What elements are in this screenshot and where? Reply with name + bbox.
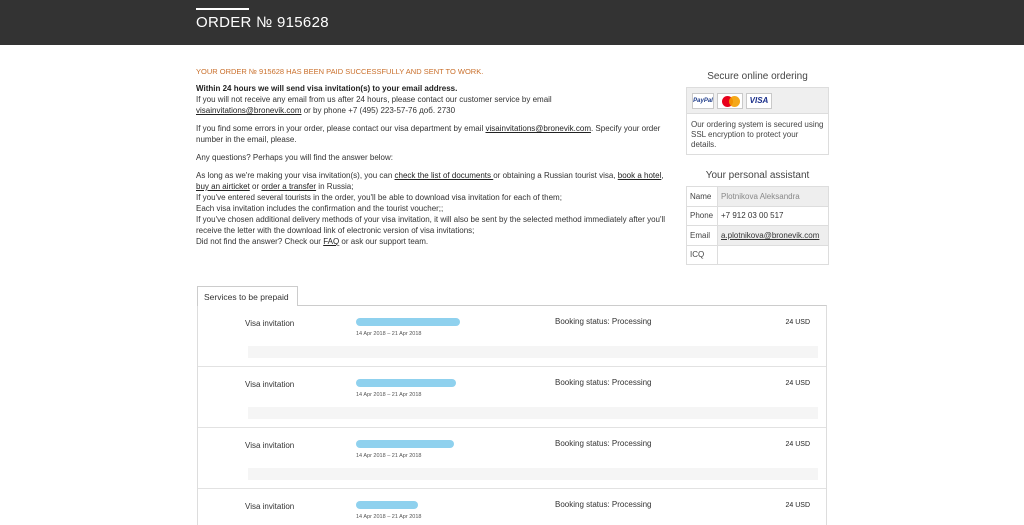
header-bar: ORDER № 915628 xyxy=(0,0,1024,45)
service-details-bar xyxy=(248,346,818,358)
tab-services-to-be-prepaid[interactable]: Services to be prepaid xyxy=(197,286,298,306)
service-price: 24 USD xyxy=(785,502,810,509)
faq-text: As long as we're making your visa invita… xyxy=(196,171,395,180)
secure-ordering-panel: Secure online ordering PayPal VISA Our o… xyxy=(686,71,829,155)
faq-text: If you've chosen additional delivery met… xyxy=(196,215,666,235)
mastercard-logo xyxy=(717,92,743,109)
field-label: Name xyxy=(686,186,718,207)
assistant-email-link[interactable]: a.plotnikova@bronevik.com xyxy=(721,231,819,240)
assistant-title: Your personal assistant xyxy=(705,170,810,181)
assistant-row-email: Email a.plotnikova@bronevik.com xyxy=(686,225,829,246)
paypal-logo: PayPal xyxy=(692,92,714,109)
errors-info: If you find some errors in your order, p… xyxy=(196,123,666,145)
faq-link[interactable]: FAQ xyxy=(323,237,339,246)
ssl-note: Our ordering system is secured using SSL… xyxy=(691,120,824,149)
faq-text: or xyxy=(249,182,262,191)
secure-title: Secure online ordering xyxy=(707,71,808,82)
success-message: YOUR ORDER № 915628 HAS BEEN PAID SUCCES… xyxy=(196,67,484,76)
payment-cards: PayPal VISA xyxy=(687,88,828,114)
service-row: Visa invitation 14 Apr 2018 – 21 Apr 201… xyxy=(198,428,826,489)
service-name: Visa invitation xyxy=(245,441,295,450)
booking-status: Booking status: Processing xyxy=(555,439,652,448)
field-label: Phone xyxy=(686,205,718,226)
faq-text: Did not find the answer? Check our xyxy=(196,237,324,246)
service-row: Visa invitation 14 Apr 2018 – 21 Apr 201… xyxy=(198,489,826,525)
service-name: Visa invitation xyxy=(245,380,295,389)
contact-text: If you will not receive any email from u… xyxy=(196,95,552,104)
contact-phone-text: or by phone +7 (495) 223-57-76 доб. 2730 xyxy=(301,106,456,115)
services-list: Visa invitation 14 Apr 2018 – 21 Apr 201… xyxy=(197,305,827,525)
faq-text: Each visa invitation includes the confir… xyxy=(196,204,444,213)
page-title: ORDER № 915628 xyxy=(196,14,329,31)
service-name: Visa invitation xyxy=(245,502,295,511)
assistant-row-phone: Phone +7 912 03 00 517 xyxy=(686,205,829,226)
service-dates: 14 Apr 2018 – 21 Apr 2018 xyxy=(356,331,422,337)
service-row: Visa invitation 14 Apr 2018 – 21 Apr 201… xyxy=(198,367,826,428)
service-details-bar xyxy=(248,407,818,419)
faq-text: or ask our support team. xyxy=(339,237,429,246)
booking-status: Booking status: Processing xyxy=(555,378,652,387)
visa-dept-email-link[interactable]: visainvitations@bronevik.com xyxy=(485,124,591,133)
delivery-headline: Within 24 hours we will send visa invita… xyxy=(196,84,458,93)
booking-status: Booking status: Processing xyxy=(555,317,652,326)
field-label: Email xyxy=(686,225,718,246)
header-rule xyxy=(196,8,249,10)
buy-airticket-link[interactable]: buy an airticket xyxy=(196,182,250,191)
support-email-link[interactable]: visainvitations@bronevik.com xyxy=(196,106,302,115)
order-transfer-link[interactable]: order a transfer xyxy=(261,182,316,191)
order-message: YOUR ORDER № 915628 HAS BEEN PAID SUCCES… xyxy=(196,66,666,254)
assistant-row-name: Name Plotnikova Aleksandra xyxy=(686,186,829,207)
service-dates: 14 Apr 2018 – 21 Apr 2018 xyxy=(356,453,422,459)
redacted-tourist-name xyxy=(356,440,454,448)
assistant-icq xyxy=(717,244,829,265)
service-dates: 14 Apr 2018 – 21 Apr 2018 xyxy=(356,514,422,520)
field-label: ICQ xyxy=(686,244,718,265)
redacted-tourist-name xyxy=(356,318,460,326)
errors-text: If you find some errors in your order, p… xyxy=(196,124,486,133)
assistant-row-icq: ICQ xyxy=(686,244,829,265)
service-dates: 14 Apr 2018 – 21 Apr 2018 xyxy=(356,392,422,398)
book-hotel-link[interactable]: book a hotel xyxy=(618,171,662,180)
personal-assistant-panel: Your personal assistant Name Plotnikova … xyxy=(686,170,829,265)
assistant-phone: +7 912 03 00 517 xyxy=(717,205,829,226)
documents-link[interactable]: check the list of documents xyxy=(395,171,494,180)
faq-text: in Russia; xyxy=(316,182,354,191)
assistant-table: Name Plotnikova Aleksandra Phone +7 912 … xyxy=(686,186,829,265)
assistant-email-cell: a.plotnikova@bronevik.com xyxy=(717,225,829,246)
faq-text: If you've entered several tourists in th… xyxy=(196,193,562,202)
service-row: Visa invitation 14 Apr 2018 – 21 Apr 201… xyxy=(198,306,826,367)
faq-text: or obtaining a Russian tourist visa, xyxy=(493,171,618,180)
service-price: 24 USD xyxy=(785,380,810,387)
service-price: 24 USD xyxy=(785,319,810,326)
service-name: Visa invitation xyxy=(245,319,295,328)
redacted-tourist-name xyxy=(356,379,456,387)
faq-text: , xyxy=(661,171,664,180)
booking-status: Booking status: Processing xyxy=(555,500,652,509)
questions-text: Any questions? Perhaps you will find the… xyxy=(196,153,393,162)
service-details-bar xyxy=(248,468,818,480)
service-price: 24 USD xyxy=(785,441,810,448)
faq-block: As long as we're making your visa invita… xyxy=(196,170,666,247)
secure-box: PayPal VISA Our ordering system is secur… xyxy=(686,87,829,155)
redacted-tourist-name xyxy=(356,501,418,509)
delivery-info: Within 24 hours we will send visa invita… xyxy=(196,83,666,116)
visa-logo: VISA xyxy=(746,92,772,109)
assistant-name: Plotnikova Aleksandra xyxy=(717,186,829,207)
